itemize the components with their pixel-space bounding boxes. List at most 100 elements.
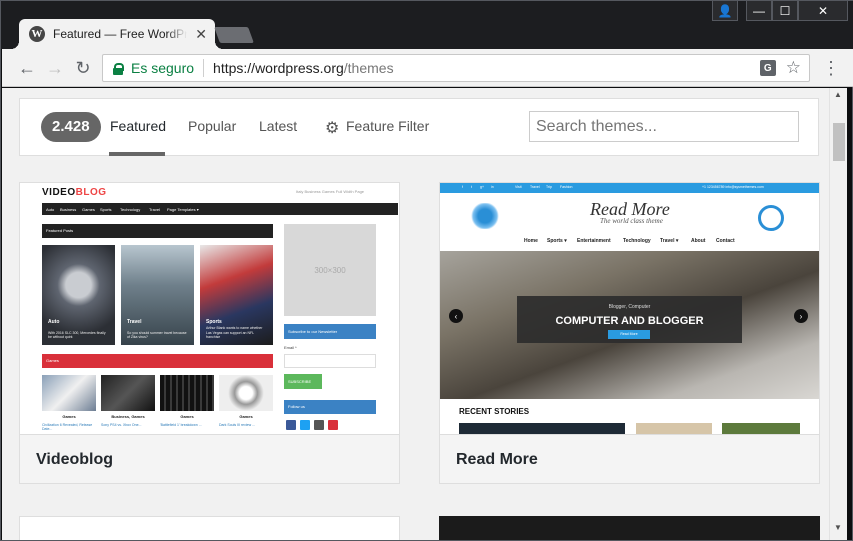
tile-caption: So you should summer travel because of Z… (127, 330, 187, 339)
address-bar[interactable]: Es seguro https://wordpress.org/themes G… (102, 54, 810, 82)
preview-thumb (101, 375, 155, 411)
page-scrollbar[interactable]: ▲ ▼ (829, 88, 847, 540)
preview-nav-item: Contact (716, 238, 735, 244)
preview-tile: Travel So you should summer travel becau… (121, 245, 194, 345)
preview-nav-item: Sports (100, 207, 112, 212)
preview-follow-header: Follow us (284, 400, 376, 414)
url-text[interactable]: https://wordpress.org/themes (213, 60, 394, 76)
preview-hero-slider: Blogger, Computer COMPUTER AND BLOGGER R… (440, 251, 819, 399)
preview-games-header: Games (42, 354, 273, 368)
tile-label: Sports (206, 319, 222, 325)
url-path: /themes (343, 60, 394, 76)
preview-hero-button: Read More (608, 330, 650, 339)
user-profile-icon[interactable]: 👤 (712, 1, 738, 21)
theme-card-videoblog[interactable]: VIDEOBLOG Italy Business Games Full Widt… (19, 182, 400, 484)
preview-nav: Auto Business Games Sports Technology Tr… (42, 203, 398, 215)
preview-subscribe-header: Subscribe to our Newsletter (284, 324, 376, 339)
preview-tile: Sports Arthur Blank wants to name whethe… (200, 245, 273, 345)
scroll-up-icon[interactable]: ▲ (834, 90, 842, 99)
thumb-caption: Dark Souls III review ... (219, 423, 255, 427)
preview-featured-header: Featured Posts (42, 224, 273, 238)
theme-card-partial[interactable] (19, 516, 400, 540)
url-host: https://wordpress.org (213, 60, 344, 76)
preview-nav-item: Page Templates ▾ (167, 207, 199, 212)
bookmark-star-icon[interactable]: ☆ (786, 58, 801, 78)
thumb-label: Business, Games (111, 414, 145, 419)
preview-top-links: Italy Business Games Full Width Page (296, 189, 365, 194)
secure-label: Es seguro (131, 60, 195, 76)
theme-filter-bar: 2.428 Featured Popular Latest ⚙ Feature … (19, 98, 819, 156)
preview-hero-overlay: Blogger, Computer COMPUTER AND BLOGGER R… (517, 296, 742, 343)
browser-tab[interactable]: W Featured — Free WordPr ✕ (11, 19, 223, 49)
preview-story-image (459, 423, 625, 434)
close-window-button[interactable]: ✕ (798, 1, 848, 21)
thumb-label: Games (62, 414, 76, 419)
theme-card-footer: Videoblog (20, 435, 399, 483)
tile-label: Auto (48, 319, 60, 325)
facebook-icon (286, 420, 296, 430)
translate-icon[interactable]: G (759, 60, 776, 76)
preview-tile: Auto With 2016 SLC 300, Mercedes finally… (42, 245, 115, 345)
logo-part-b: BLOG (75, 187, 107, 198)
preview-recent-stories: RECENT STORIES (459, 407, 530, 416)
preview-nav-item: Business (60, 207, 77, 212)
theme-card-footer: Read More (440, 435, 819, 483)
slider-next-icon: › (794, 309, 808, 323)
theme-name[interactable]: Read More (456, 451, 538, 469)
tab-title: Featured — Free WordPr (53, 27, 187, 41)
back-arrow-icon[interactable]: ← (16, 57, 38, 79)
theme-screenshot-videoblog[interactable]: VIDEOBLOG Italy Business Games Full Widt… (20, 183, 399, 435)
wordpress-favicon-icon: W (29, 26, 45, 42)
preview-nav-item: Technology (623, 238, 651, 244)
logo-part-a: VIDEO (42, 187, 76, 198)
preview-nav-item: Travel ▾ (660, 238, 679, 244)
preview-nav-item: Travel (149, 207, 160, 212)
scrollbar-thumb[interactable] (833, 123, 845, 161)
theme-count-badge: 2.428 (41, 112, 101, 142)
tab-close-icon[interactable]: ✕ (195, 26, 207, 43)
preview-thumb (219, 375, 273, 411)
forward-arrow-icon[interactable]: → (44, 57, 66, 79)
preview-story-image (636, 423, 712, 434)
preview-top-menu-item: Fashion (560, 185, 573, 189)
maximize-button[interactable]: ☐ (772, 1, 798, 21)
browser-window: W Featured — Free WordPr ✕ 👤 — ☐ ✕ ← → ↻… (0, 0, 853, 541)
theme-name[interactable]: Videoblog (36, 451, 113, 469)
tab-feature-filter[interactable]: Feature Filter (346, 118, 429, 134)
theme-card-read-more[interactable]: f t g+ in Visit Travel Trip Fashion +1 1… (439, 182, 820, 484)
preview-social-link: f (462, 185, 463, 189)
preview-nav-item: About (691, 238, 706, 244)
new-tab-button[interactable] (214, 27, 254, 43)
preview-top-menu-item: Trip (546, 185, 552, 189)
tab-popular[interactable]: Popular (188, 118, 236, 134)
videoblog-logo: VIDEOBLOG (42, 187, 107, 198)
tab-featured[interactable]: Featured (110, 118, 166, 134)
tile-label: Travel (127, 319, 142, 325)
minimize-button[interactable]: — (746, 1, 772, 21)
preview-email-label: Email * (284, 345, 297, 350)
preview-thumb (160, 375, 214, 411)
browser-toolbar: ← → ↻ Es seguro https://wordpress.org/th… (2, 49, 853, 87)
instagram-icon (314, 420, 324, 430)
reload-icon[interactable]: ↻ (72, 57, 94, 79)
page-viewport: 2.428 Featured Popular Latest ⚙ Feature … (2, 88, 838, 540)
scroll-down-icon[interactable]: ▼ (834, 523, 842, 532)
preview-subscribe-button: SUBSCRIBE (284, 374, 322, 389)
twitter-icon (300, 420, 310, 430)
preview-contact: +1 123456789 info@sysmethemes.com (702, 185, 764, 189)
preview-nav-item: Home (524, 238, 538, 244)
preview-paint-splash-icon (470, 203, 500, 229)
search-themes-input[interactable] (529, 111, 799, 142)
browser-menu-icon[interactable]: ⋮ (822, 59, 840, 77)
preview-hero-subtitle: Blogger, Computer (608, 304, 651, 310)
title-bar: W Featured — Free WordPr ✕ 👤 — ☐ ✕ (1, 1, 853, 49)
preview-nav-item: Technology (120, 207, 141, 212)
slider-prev-icon: ‹ (449, 309, 463, 323)
tab-latest[interactable]: Latest (259, 118, 297, 134)
theme-card-partial[interactable] (439, 516, 820, 540)
thumb-caption: 'Battlefield 1' breakdown ... (160, 423, 202, 427)
thumb-caption: Sony PS4 vs. Xbox One... (101, 423, 142, 427)
preview-thumb (42, 375, 96, 411)
theme-screenshot-read-more[interactable]: f t g+ in Visit Travel Trip Fashion +1 1… (440, 183, 819, 435)
preview-story-image (722, 423, 800, 434)
